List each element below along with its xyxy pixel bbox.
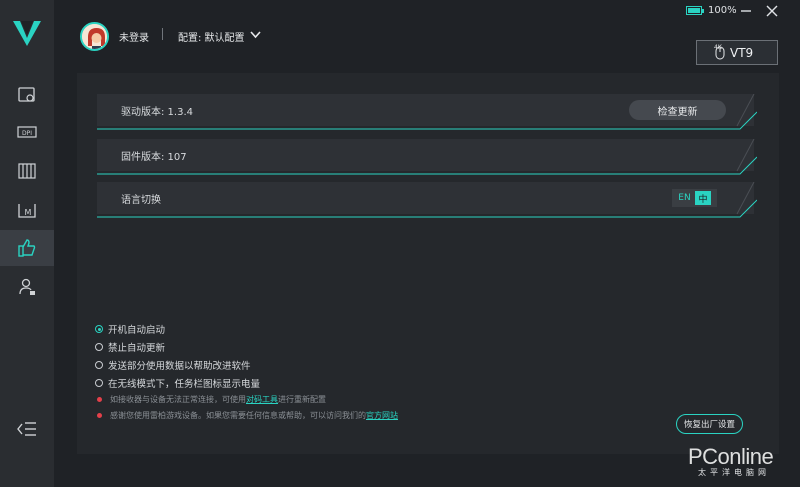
factory-reset-button[interactable]: 恢复出厂设置 — [676, 414, 743, 434]
sidebar-item-account[interactable] — [0, 269, 54, 305]
macro-icon: M — [18, 204, 36, 218]
watermark-sub: 太平洋电脑网 — [698, 468, 770, 477]
watermark: PConline 太平洋电脑网 — [688, 444, 774, 478]
firmware-version-row: 固件版本: 107 — [97, 139, 754, 171]
official-site-link[interactable]: 官方网站 — [366, 410, 398, 421]
driver-version: 驱动版本: 1.3.4 — [121, 107, 193, 118]
note-text: 感谢您使用雷柏游戏设备。如果您需要任何信息或帮助，可以访问我们的 — [110, 411, 366, 420]
sliders-icon — [18, 163, 36, 179]
device-name: VT9 — [730, 45, 754, 60]
driver-version-row: 驱动版本: 1.3.4 检查更新 — [97, 94, 754, 126]
lang-en-option[interactable]: EN — [674, 193, 695, 203]
sidebar-item-settings[interactable] — [0, 153, 54, 189]
config-selector[interactable]: 配置: 默认配置 — [178, 29, 245, 44]
language-row: 语言切换 EN 中 — [97, 182, 754, 214]
sidebar-item-like[interactable] — [0, 230, 54, 266]
collapse-sidebar-icon[interactable] — [16, 420, 38, 438]
battery-percentage: 100% — [708, 5, 737, 16]
pairing-tool-link[interactable]: 对码工具 — [246, 394, 278, 405]
check-update-button[interactable]: 检查更新 — [629, 100, 726, 120]
language-toggle[interactable]: EN 中 — [672, 189, 717, 207]
avatar[interactable] — [80, 22, 109, 51]
close-icon[interactable] — [765, 4, 779, 18]
option-battery-tray[interactable]: 在无线模式下，任务栏图标显示电量 — [95, 376, 260, 390]
radio-icon[interactable] — [95, 343, 103, 351]
option-send-usage-data[interactable]: 发送部分使用数据以帮助改进软件 — [95, 358, 251, 372]
option-label: 禁止自动更新 — [108, 343, 166, 354]
radio-icon[interactable] — [95, 361, 103, 369]
minimize-icon[interactable] — [739, 4, 753, 18]
svg-text:M: M — [25, 208, 32, 217]
radio-icon[interactable] — [95, 379, 103, 387]
option-disable-update[interactable]: 禁止自动更新 — [95, 340, 165, 354]
option-label: 开机自动启动 — [108, 325, 166, 336]
alert-dot-icon — [97, 397, 102, 402]
option-auto-start[interactable]: 开机自动启动 — [95, 322, 165, 336]
lang-zh-option[interactable]: 中 — [695, 191, 711, 205]
screen-settings-icon — [18, 87, 35, 102]
dpi-icon: DPI — [17, 126, 37, 138]
svg-text:DPI: DPI — [22, 130, 32, 137]
language-label: 语言切换 — [121, 195, 161, 206]
sidebar-item-display[interactable] — [0, 77, 54, 113]
option-label: 在无线模式下，任务栏图标显示电量 — [108, 379, 261, 390]
note-pairing: 如接收器与设备无法正常连接，可使用 对码工具 进行重新配置 — [97, 394, 326, 405]
avatar-image — [82, 24, 107, 49]
device-resolution-badge: 4K — [714, 44, 722, 51]
user-status[interactable]: 未登录 — [119, 29, 149, 44]
header-divider — [162, 28, 163, 40]
settings-panel: 驱动版本: 1.3.4 检查更新 固件版本: 107 语言切换 EN 中 开机自… — [77, 73, 779, 454]
sidebar: DPI M — [0, 0, 54, 487]
note-official-site: 感谢您使用雷柏游戏设备。如果您需要任何信息或帮助，可以访问我们的 官方网站 — [97, 410, 398, 421]
sidebar-item-dpi[interactable]: DPI — [0, 114, 54, 150]
user-settings-icon — [19, 278, 35, 295]
alert-dot-icon — [97, 413, 102, 418]
device-selector[interactable]: 4K VT9 — [696, 40, 778, 65]
sidebar-item-macro[interactable]: M — [0, 192, 54, 228]
battery-tip — [702, 9, 704, 13]
app-logo — [13, 21, 41, 46]
firmware-version: 固件版本: 107 — [121, 152, 187, 163]
chevron-down-icon[interactable] — [250, 31, 261, 39]
thumbs-up-icon — [18, 239, 36, 257]
radio-checked-icon[interactable] — [95, 325, 103, 333]
note-text: 如接收器与设备无法正常连接，可使用 — [110, 395, 246, 404]
option-label: 发送部分使用数据以帮助改进软件 — [108, 361, 251, 372]
battery-icon — [686, 6, 702, 15]
note-text: 进行重新配置 — [278, 395, 326, 404]
